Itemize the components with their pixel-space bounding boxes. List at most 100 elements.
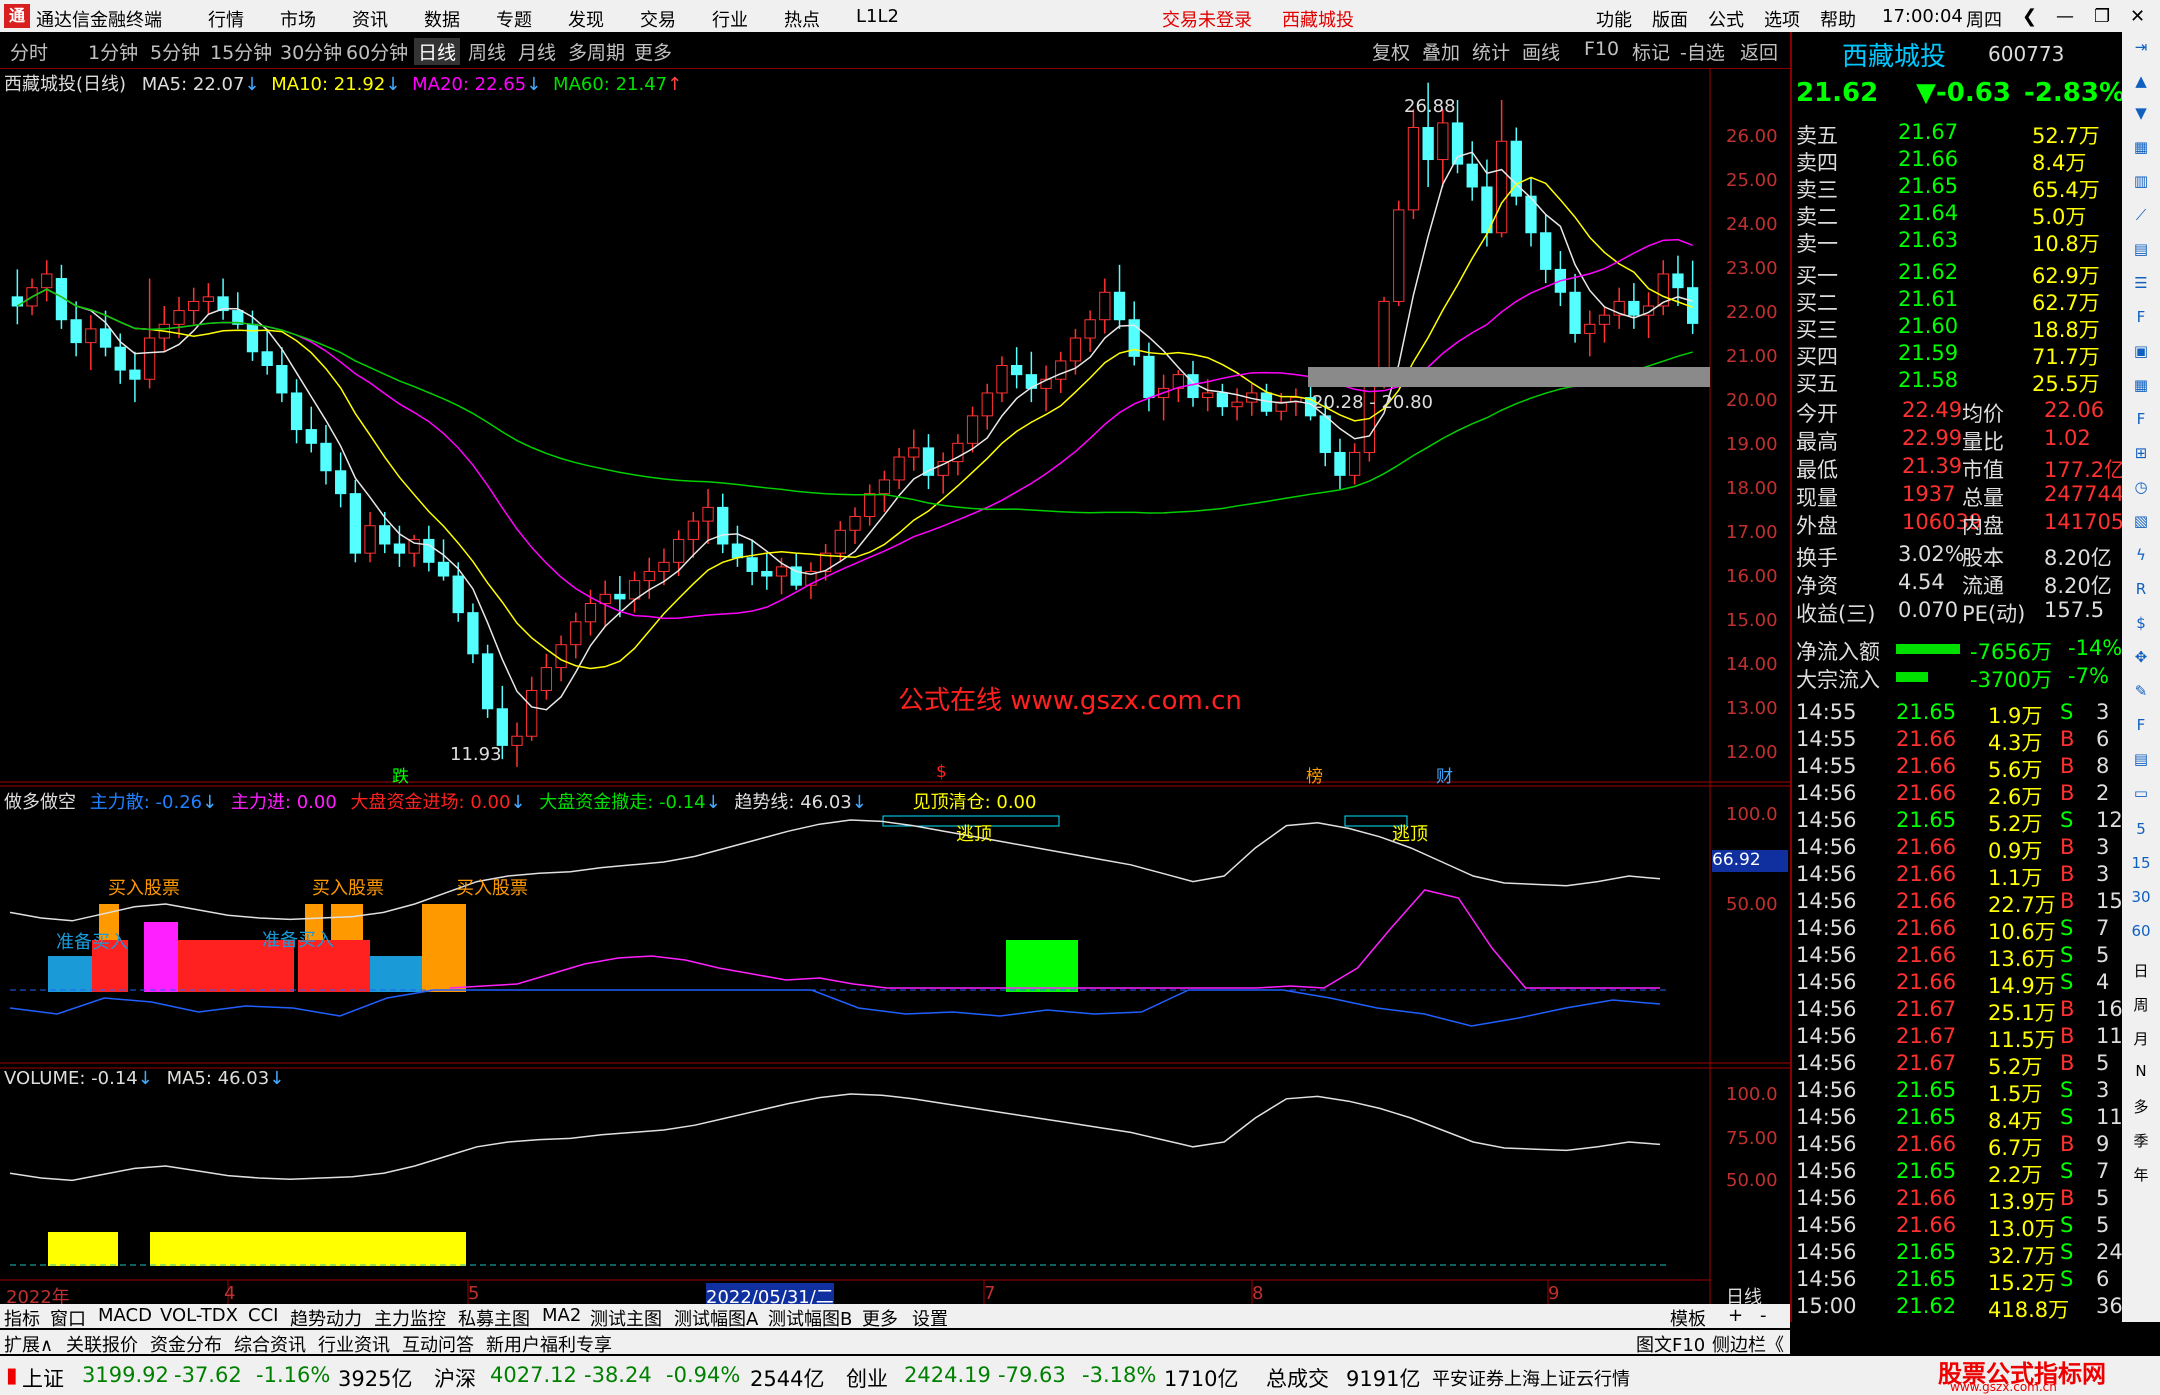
tab-zhulijiankong[interactable]: 主力监控 xyxy=(374,1305,446,1331)
tool-f10[interactable]: F10 xyxy=(1584,38,1619,60)
period-more[interactable]: 更多 xyxy=(634,38,672,65)
period-30[interactable]: 30 xyxy=(2128,888,2154,914)
tab-xinyonghu[interactable]: 新用户福利专享 xyxy=(486,1331,612,1357)
tab-zijinfenbu[interactable]: 资金分布 xyxy=(150,1331,222,1357)
sh-name[interactable]: 上证 xyxy=(22,1363,64,1393)
period-1min[interactable]: 1分钟 xyxy=(88,38,138,65)
back-icon[interactable]: ❮ xyxy=(2022,6,2037,27)
tab-qushidongli[interactable]: 趋势动力 xyxy=(290,1305,362,1331)
tool-tongji[interactable]: 统计 xyxy=(1472,38,1510,65)
tool-zixuan[interactable]: -自选 xyxy=(1680,38,1725,65)
menu-zixun[interactable]: 资讯 xyxy=(352,6,388,32)
table-icon[interactable]: ▦ xyxy=(2128,376,2154,402)
period-60[interactable]: 60 xyxy=(2128,922,2154,948)
tab-zonghezixun[interactable]: 综合资讯 xyxy=(234,1331,306,1357)
tool-fanhui[interactable]: 返回 xyxy=(1740,38,1778,65)
trend-icon[interactable]: ⟋ xyxy=(2128,206,2154,232)
period-daily[interactable]: 日线 xyxy=(414,38,461,65)
clock-icon[interactable]: ◷ xyxy=(2128,478,2154,504)
menu-faxian[interactable]: 发现 xyxy=(568,6,604,32)
tool-biaoji[interactable]: 标记 xyxy=(1632,38,1670,65)
tab-hudongwenda[interactable]: 互动问答 xyxy=(402,1331,474,1357)
tab-cebianlan[interactable]: 侧边栏《 xyxy=(1712,1331,1784,1357)
calc-icon[interactable]: ⊞ xyxy=(2128,444,2154,470)
chart-icon[interactable]: ▦ xyxy=(2128,138,2154,164)
down-icon[interactable]: ▼ xyxy=(2128,104,2154,130)
menu-shuju[interactable]: 数据 xyxy=(424,6,460,32)
restore-icon[interactable]: ❐ xyxy=(2094,6,2110,27)
cy-name[interactable]: 创业 xyxy=(846,1363,888,1393)
tick-icon[interactable]: ▤ xyxy=(2128,750,2154,776)
tool-huaxian[interactable]: 画线 xyxy=(1522,38,1560,65)
period-30min[interactable]: 30分钟 xyxy=(280,38,342,65)
server-name[interactable]: 平安证券上海上证云行情 xyxy=(1432,1365,1630,1391)
tab-shezhi[interactable]: 设置 xyxy=(912,1305,948,1331)
period-n[interactable]: N xyxy=(2128,1062,2154,1088)
tab-simuzhutu[interactable]: 私募主图 xyxy=(458,1305,530,1331)
period-60min[interactable]: 60分钟 xyxy=(346,38,408,65)
trade-status[interactable]: 交易未登录 xyxy=(1162,6,1252,32)
kline-chart[interactable] xyxy=(0,68,1790,1304)
menu-redian[interactable]: 热点 xyxy=(784,6,820,32)
tab-zhibiao[interactable]: 指标 xyxy=(4,1305,40,1331)
tab-tuwenf10[interactable]: 图文F10 xyxy=(1636,1331,1705,1357)
tab-cci[interactable]: CCI xyxy=(248,1305,278,1326)
period-nian[interactable]: 年 xyxy=(2128,1164,2154,1190)
period-ri[interactable]: 日 xyxy=(2128,960,2154,986)
menu-hangye[interactable]: 行业 xyxy=(712,6,748,32)
menu-banmian[interactable]: 版面 xyxy=(1652,6,1688,32)
tab-kuozhan[interactable]: 扩展∧ xyxy=(4,1331,53,1357)
pen-icon[interactable]: ✎ xyxy=(2128,682,2154,708)
tool-diejia[interactable]: 叠加 xyxy=(1422,38,1460,65)
period-15[interactable]: 15 xyxy=(2128,854,2154,880)
tab-ceshifutub[interactable]: 测试幅图B xyxy=(768,1305,852,1331)
fs-icon[interactable]: F xyxy=(2128,716,2154,742)
menu-zhuanti[interactable]: 专题 xyxy=(496,6,532,32)
menu-xuanxiang[interactable]: 选项 xyxy=(1764,6,1800,32)
f10-icon[interactable]: F xyxy=(2128,308,2154,334)
tab-add[interactable]: + xyxy=(1728,1305,1743,1326)
period-duo[interactable]: 多 xyxy=(2128,1096,2154,1122)
period-5min[interactable]: 5分钟 xyxy=(150,38,200,65)
tab-remove[interactable]: - xyxy=(1760,1305,1767,1326)
period-fenshi[interactable]: 分时 xyxy=(10,38,48,65)
menu-shichang[interactable]: 市场 xyxy=(280,6,316,32)
doc-icon[interactable]: ▭ xyxy=(2128,784,2154,810)
period-multi[interactable]: 多周期 xyxy=(568,38,625,65)
sidebar-toggle-icon[interactable]: ⇥ xyxy=(2128,38,2154,64)
bolt-icon[interactable]: ϟ xyxy=(2128,546,2154,572)
hs-name[interactable]: 沪深 xyxy=(434,1363,476,1393)
tab-chuangkou[interactable]: 窗口 xyxy=(50,1305,86,1331)
move-icon[interactable]: ✥ xyxy=(2128,648,2154,674)
bar-icon[interactable]: ▤ xyxy=(2128,240,2154,266)
tab-moban[interactable]: 模板 xyxy=(1670,1305,1706,1331)
tool-fuquan[interactable]: 复权 xyxy=(1372,38,1410,65)
period-monthly[interactable]: 月线 xyxy=(518,38,556,65)
menu-jiaoyi[interactable]: 交易 xyxy=(640,6,676,32)
tab-hangyezixun[interactable]: 行业资讯 xyxy=(318,1331,390,1357)
stats-icon[interactable]: ▧ xyxy=(2128,512,2154,538)
f2-icon[interactable]: F xyxy=(2128,410,2154,436)
up-icon[interactable]: ▲ xyxy=(2128,72,2154,98)
rsi-icon[interactable]: R xyxy=(2128,580,2154,606)
menu-l1l2[interactable]: L1L2 xyxy=(856,6,899,27)
grid-icon[interactable]: ▣ xyxy=(2128,342,2154,368)
period-ji[interactable]: 季 xyxy=(2128,1130,2154,1156)
tab-ma2[interactable]: MA2 xyxy=(542,1305,581,1326)
tab-macd[interactable]: MACD xyxy=(98,1305,152,1326)
list-icon[interactable]: ☰ xyxy=(2128,274,2154,300)
tab-ceshizhutu[interactable]: 测试主图 xyxy=(590,1305,662,1331)
period-15min[interactable]: 15分钟 xyxy=(210,38,272,65)
period-5[interactable]: 5 xyxy=(2128,820,2154,846)
tab-gengduo[interactable]: 更多 xyxy=(862,1305,898,1331)
tab-ceshifutua[interactable]: 测试幅图A xyxy=(674,1305,758,1331)
period-yue[interactable]: 月 xyxy=(2128,1028,2154,1054)
period-zhou[interactable]: 周 xyxy=(2128,994,2154,1020)
menu-gongneng[interactable]: 功能 xyxy=(1596,6,1632,32)
menu-hangqing[interactable]: 行情 xyxy=(208,6,244,32)
tab-guanlianbaojia[interactable]: 关联报价 xyxy=(66,1331,138,1357)
minimize-icon[interactable]: — xyxy=(2056,6,2074,27)
period-weekly[interactable]: 周线 xyxy=(468,38,506,65)
tab-vol-tdx[interactable]: VOL-TDX xyxy=(160,1305,238,1326)
close-icon[interactable]: ✕ xyxy=(2130,6,2145,27)
